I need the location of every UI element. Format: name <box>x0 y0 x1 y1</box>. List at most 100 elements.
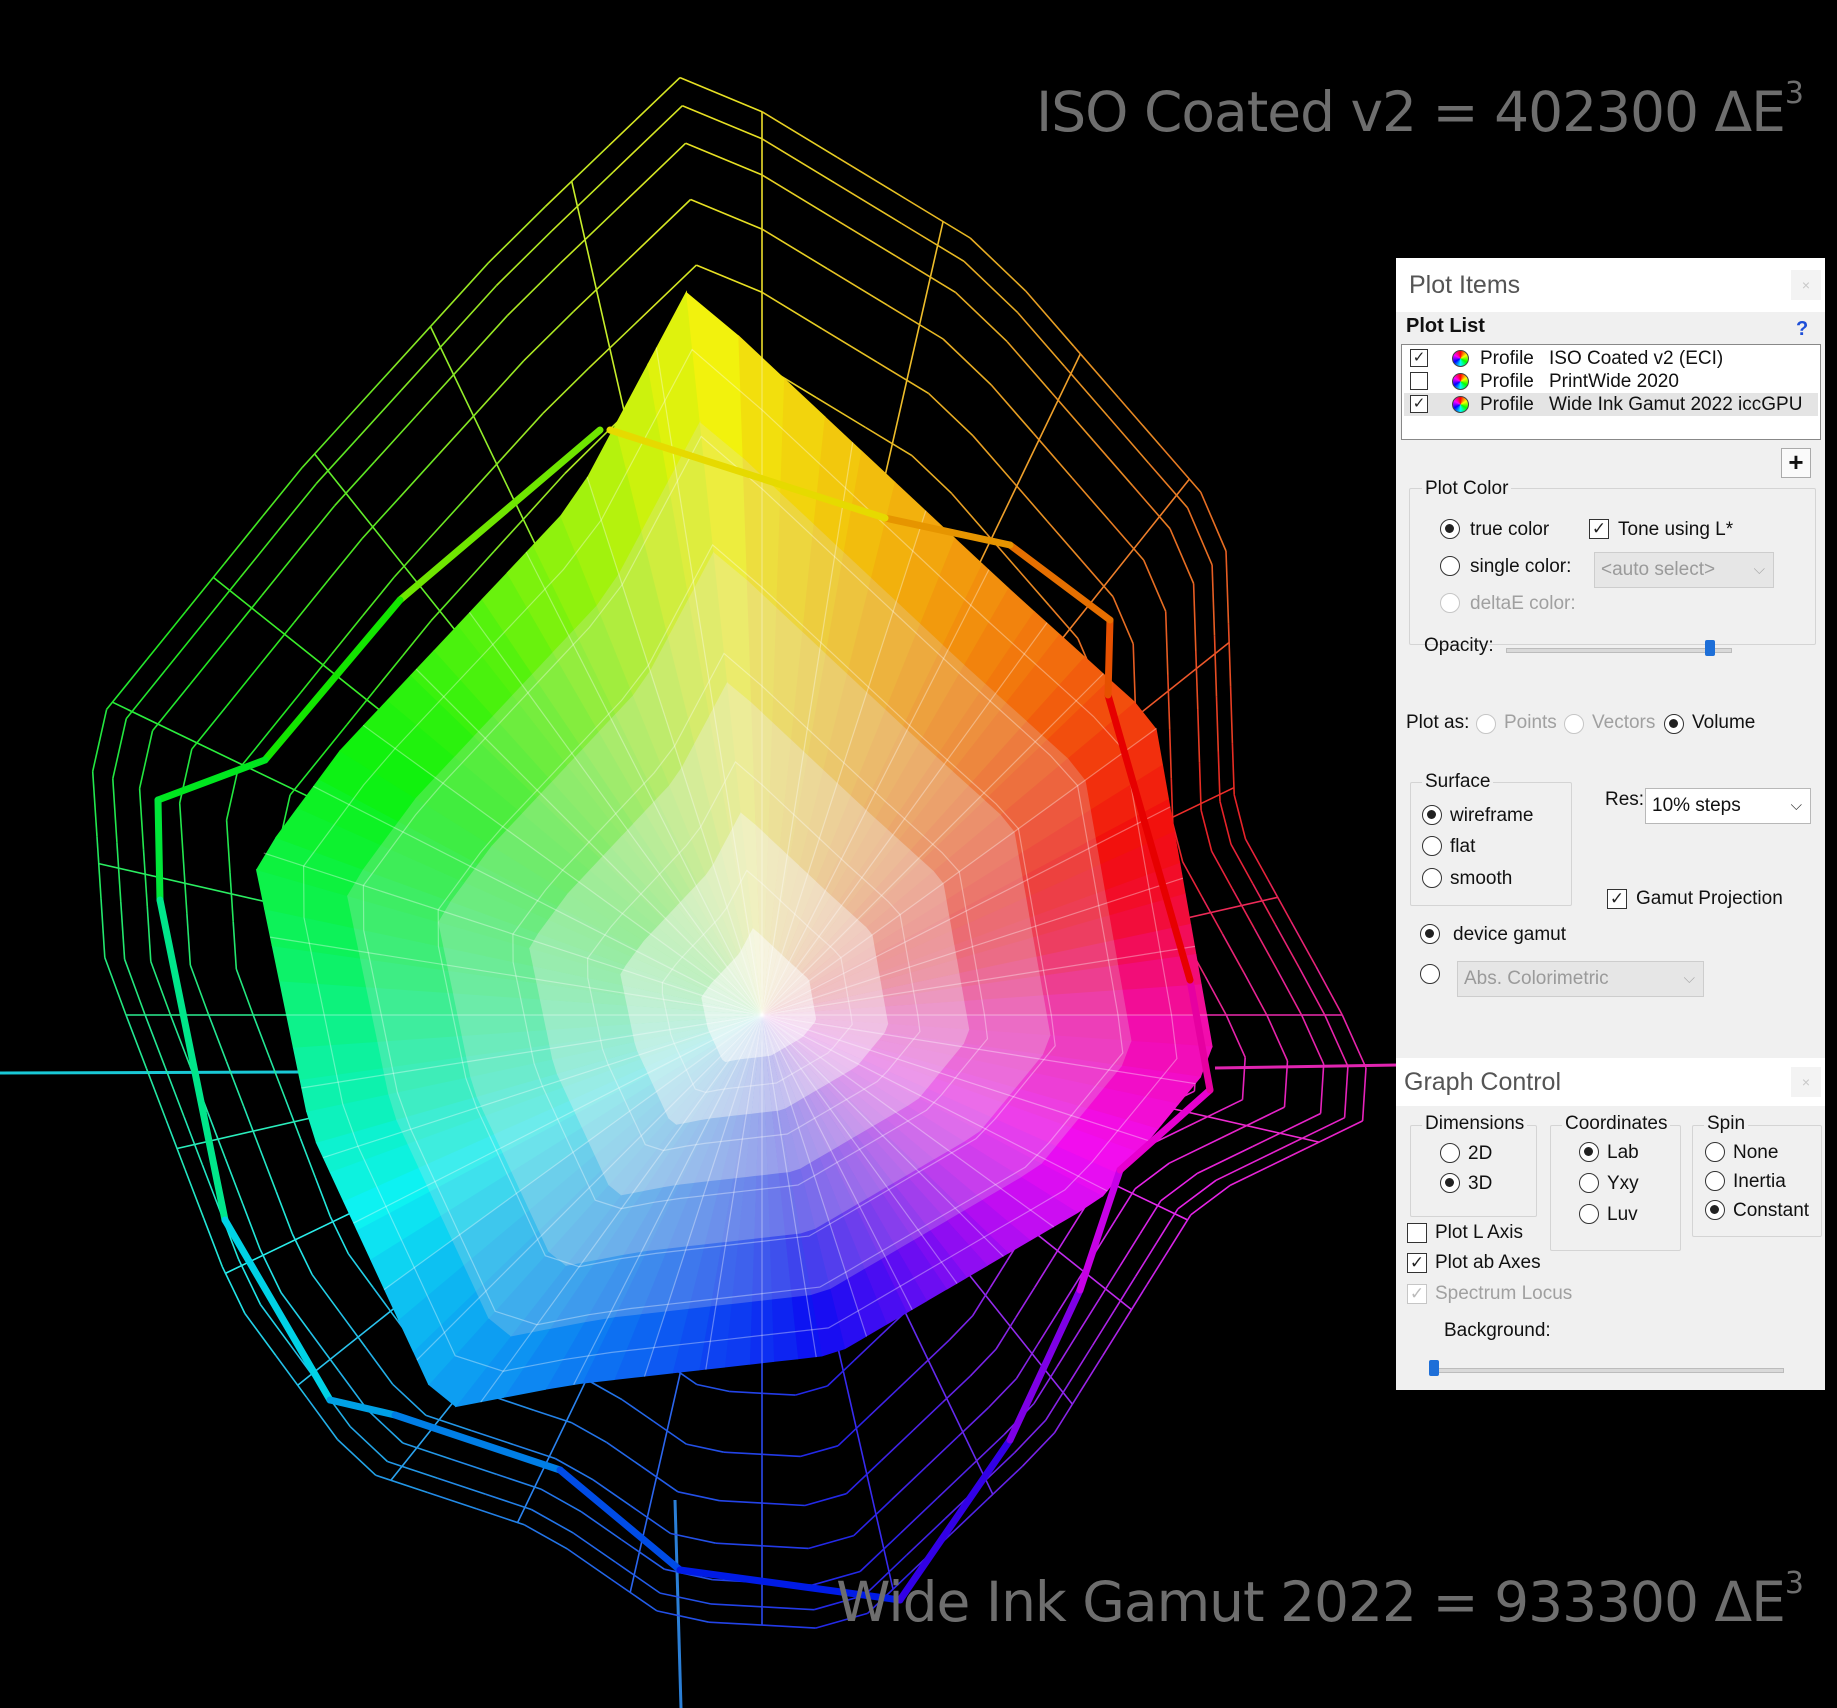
surface-smooth-radio[interactable] <box>1422 868 1442 888</box>
wireframe-ring-segment <box>808 1534 855 1550</box>
wireframe-ring-segment <box>329 1215 350 1255</box>
single-color-radio[interactable] <box>1440 556 1460 576</box>
graph-control-panel: Graph Control × Dimensions 2D 3D Coordin… <box>1396 1058 1825 1390</box>
wireframe-ring-segment <box>1142 559 1167 612</box>
wireframe-ring-segment <box>987 1465 1024 1500</box>
plot-list-row[interactable]: ✓ Profile Wide Ink Gamut 2022 iccGPU <box>1404 393 1818 416</box>
wireframe-ring-segment <box>925 1435 959 1468</box>
wireframe-ring-segment <box>696 264 763 294</box>
coordinates-luv-label: Luv <box>1607 1204 1638 1225</box>
wireframe-ring-segment <box>96 836 102 899</box>
wireframe-ring-segment <box>572 258 630 313</box>
wireframe-ring-segment <box>1227 623 1232 687</box>
wireframe-ring-segment <box>476 1508 525 1526</box>
caption-bottom-exponent: 3 <box>1784 1566 1804 1601</box>
plot-as-volume-radio[interactable] <box>1664 714 1684 734</box>
wireframe-ring-segment <box>686 1443 724 1453</box>
wireframe-ring-segment <box>1006 341 1053 394</box>
wireframe-ring-segment <box>178 748 193 804</box>
true-color-radio[interactable] <box>1440 519 1460 539</box>
wireframe-ring-segment <box>91 709 108 772</box>
coordinates-lab-radio[interactable] <box>1579 1142 1599 1162</box>
plot-list-row[interactable]: Profile PrintWide 2020 <box>1404 370 1818 393</box>
plot-row-checkbox[interactable]: ✓ <box>1410 349 1428 367</box>
profile-color-icon <box>1452 396 1469 413</box>
delta-e-color-radio[interactable] <box>1440 593 1460 613</box>
wireframe-ring-segment <box>494 1396 535 1411</box>
plot-as-vectors-radio[interactable] <box>1564 714 1584 734</box>
wireframe-ring-segment <box>125 1014 148 1070</box>
plot-as-points-label: Points <box>1504 712 1557 733</box>
coordinates-luv-radio[interactable] <box>1579 1204 1599 1224</box>
plot-l-axis-checkbox[interactable] <box>1407 1223 1427 1243</box>
plot-row-checkbox[interactable]: ✓ <box>1410 395 1428 413</box>
help-icon[interactable]: ? <box>1796 318 1808 341</box>
wireframe-ring-segment <box>235 968 254 1016</box>
gamut-projection-checkbox[interactable]: ✓ <box>1607 889 1627 909</box>
rendering-intent-select[interactable]: Abs. Colorimetric ⌵ <box>1457 961 1704 997</box>
background-slider-track <box>1429 1368 1784 1373</box>
background-slider-thumb[interactable] <box>1429 1360 1439 1376</box>
close-icon[interactable]: × <box>1791 1067 1821 1097</box>
plot-l-axis-label: Plot L Axis <box>1435 1222 1524 1243</box>
opacity-slider[interactable] <box>1506 640 1732 660</box>
device-gamut-radio[interactable] <box>1420 924 1440 944</box>
graph-control-title: Graph Control <box>1404 1068 1562 1096</box>
wireframe-ring-segment <box>1215 696 1220 752</box>
wireframe-ring-segment <box>112 718 128 779</box>
plot-ab-axes-checkbox[interactable]: ✓ <box>1407 1253 1427 1273</box>
wireframe-ring-segment <box>146 906 152 962</box>
add-plot-button[interactable]: + <box>1781 448 1811 478</box>
spin-constant-radio[interactable] <box>1705 1200 1725 1220</box>
close-icon[interactable]: × <box>1791 270 1821 300</box>
wireframe-ring-segment <box>164 1066 185 1118</box>
wireframe-ring-segment <box>275 1191 294 1235</box>
single-color-select[interactable]: <auto select> ⌵ <box>1594 552 1774 588</box>
dimensions-3d-radio[interactable] <box>1440 1173 1460 1193</box>
projection-segment <box>556 1466 684 1574</box>
coordinates-label: Coordinates <box>1562 1113 1671 1135</box>
wireframe-ring-segment <box>1229 1155 1291 1187</box>
surface-wireframe-radio[interactable] <box>1422 805 1442 825</box>
profile-color-icon <box>1452 350 1469 367</box>
plot-row-checkbox[interactable] <box>1410 372 1428 390</box>
coordinates-lab-label: Lab <box>1607 1142 1639 1163</box>
rendering-intent-value: Abs. Colorimetric <box>1464 968 1609 989</box>
wireframe-ring-segment <box>225 770 239 821</box>
surface-flat-radio[interactable] <box>1422 836 1442 856</box>
plot-as-points-radio[interactable] <box>1476 714 1496 734</box>
wireframe-ring-segment <box>1010 479 1048 522</box>
wireframe-ring-segment <box>1215 1151 1275 1182</box>
background-slider[interactable] <box>1429 1360 1784 1380</box>
wireframe-ring-segment <box>150 961 172 1016</box>
rendering-intent-radio[interactable] <box>1420 964 1440 984</box>
res-label: Res: <box>1605 789 1645 810</box>
wireframe-ring-segment <box>1015 1287 1036 1318</box>
wireframe-ring-segment <box>116 842 122 902</box>
spectrum-locus-checkbox[interactable]: ✓ <box>1407 1284 1427 1304</box>
wireframe-ring-segment <box>544 145 610 208</box>
res-select[interactable]: 10% steps ⌵ <box>1645 788 1811 824</box>
wireframe-ring-segment <box>297 505 336 552</box>
dimensions-2d-radio[interactable] <box>1440 1143 1460 1163</box>
plot-list-row[interactable]: ✓ Profile ISO Coated v2 (ECI) <box>1404 347 1818 370</box>
plot-list[interactable]: ✓ Profile ISO Coated v2 (ECI) Profile PrintW… <box>1401 344 1821 440</box>
wireframe-ring-segment <box>1251 883 1277 925</box>
graph-control-titlebar[interactable]: Graph Control × <box>1396 1058 1825 1106</box>
plot-items-titlebar[interactable]: Plot Items × <box>1396 258 1825 312</box>
wireframe-ring-segment <box>608 77 681 147</box>
wireframe-ring-segment <box>1244 838 1269 880</box>
tone-using-l-checkbox[interactable]: ✓ <box>1589 519 1609 539</box>
wireframe-ring-segment <box>1361 1067 1367 1121</box>
wireframe-ring-segment <box>897 1363 926 1390</box>
spin-none-radio[interactable] <box>1705 1142 1725 1162</box>
coordinates-yxy-radio[interactable] <box>1579 1173 1599 1193</box>
spin-inertia-radio[interactable] <box>1705 1171 1725 1191</box>
wireframe-ring-segment <box>1021 1432 1056 1467</box>
wireframe-ring-segment <box>1117 397 1162 447</box>
wireframe-ring-segment <box>761 228 828 270</box>
opacity-slider-thumb[interactable] <box>1704 640 1715 656</box>
wireframe-ring-segment <box>299 1138 317 1178</box>
plot-row-name: Wide Ink Gamut 2022 iccGPU <box>1549 394 1803 415</box>
wireframe-ring-segment <box>542 367 590 414</box>
